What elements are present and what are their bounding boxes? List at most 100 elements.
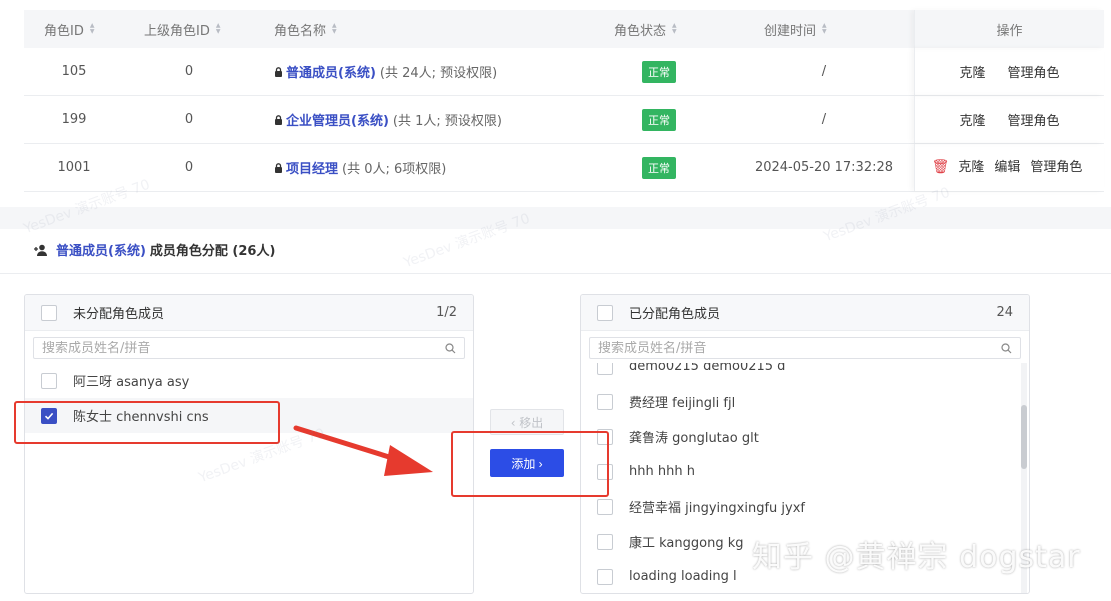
status-cell: 正常 [584,48,734,95]
role-name-link[interactable]: 企业管理员(系统) [286,110,389,129]
manage-role-button[interactable]: 管理角色 [1030,157,1082,178]
status-cell: 正常 [584,96,734,143]
lock-icon [275,66,282,77]
manage-role-button[interactable]: 管理角色 [1008,62,1060,81]
member-label: hhh hhh h [629,464,695,479]
member-checkbox[interactable] [597,568,613,585]
member-checkbox[interactable] [597,363,613,375]
member-label: 阿三呀 asanya asy [73,375,190,390]
list-item[interactable]: 龚鲁涛 gonglutao glt [581,419,1029,454]
table-row: 199 0 企业管理员(系统) (共 1人; 预设权限) 正常 / 克隆 管理角… [24,96,1104,144]
clone-button[interactable]: 克隆 [959,62,985,81]
section-subtitle: 成员角色分配 (26人) [149,244,276,259]
role-id: 1001 [57,160,91,175]
panel-header: 未分配角色成员 1/2 [25,295,473,331]
member-checkbox[interactable] [597,533,613,550]
sort-icon[interactable]: ▲ ▼ [822,23,827,35]
select-all-checkbox[interactable] [597,304,613,321]
operations-cell: 克隆 管理角色 [914,96,1104,143]
status-badge: 正常 [642,60,676,83]
role-id: 105 [61,64,87,79]
manage-role-button[interactable]: 管理角色 [1008,110,1060,129]
member-label: 龚鲁涛 gonglutao glt [629,431,759,446]
annotation-highlight-selected-member [14,401,280,444]
header-operations: 操作 [914,10,1104,48]
member-checkbox[interactable] [597,393,613,410]
member-count: 24 [996,305,1013,320]
role-table: 角色ID ▲ ▼ 上级角色ID ▲ ▼ 角色名称 ▲ ▼ 角色状态 ▲ ▼ 创建时间 ▲… [24,10,1104,192]
created-time: / [821,64,827,79]
panel-title: 未分配角色成员 [73,307,165,322]
lock-icon [275,162,282,173]
edit-button[interactable]: 编辑 [994,157,1020,178]
section-divider [0,207,1111,229]
member-checkbox[interactable] [41,372,57,389]
table-header: 角色ID ▲ ▼ 上级角色ID ▲ ▼ 角色名称 ▲ ▼ 角色状态 ▲ ▼ 创建时间 ▲… [24,10,1104,48]
created-time: 2024-05-20 17:32:28 [754,160,894,175]
list-item[interactable]: hhh hhh h [581,454,1029,489]
user-add-icon [34,244,47,256]
role-name-cell: 企业管理员(系统) (共 1人; 预设权限) [254,96,584,143]
role-desc: (共 24人; 预设权限) [379,66,498,81]
delete-icon[interactable]: 🗑 [932,157,950,178]
panel-header: 已分配角色成员 24 [581,295,1029,331]
member-label: demo0215 demo0215 d [629,363,786,374]
search-box [33,337,465,359]
sort-icon[interactable]: ▲ ▼ [216,23,221,35]
operations-cell: 🗑 克隆 编辑 管理角色 [914,144,1104,191]
table-row: 105 0 普通成员(系统) (共 24人; 预设权限) 正常 / 克隆 管理角… [24,48,1104,96]
member-checkbox[interactable] [597,498,613,515]
header-role-id[interactable]: 角色ID ▲ ▼ [24,10,124,48]
list-item[interactable]: 经营幸福 jingyingxingfu jyxf [581,489,1029,524]
section-title: 普通成员(系统) 成员角色分配 (26人) [34,240,275,259]
search-icon[interactable] [445,342,456,354]
sort-icon[interactable]: ▲ ▼ [672,23,677,35]
lock-icon [275,114,282,125]
sort-icon[interactable]: ▲ ▼ [90,23,95,35]
list-item[interactable]: 费经理 feijingli fjl [581,384,1029,419]
member-label: loading loading l [629,569,737,584]
status-badge: 正常 [642,108,676,131]
panel-title: 已分配角色成员 [629,307,721,322]
list-item[interactable]: demo0215 demo0215 d [581,363,1029,384]
search-box [589,337,1021,359]
section-role-link[interactable]: 普通成员(系统) [56,240,146,259]
header-created-time[interactable]: 创建时间 ▲ ▼ [734,10,914,48]
clone-button[interactable]: 克隆 [958,157,984,178]
search-input[interactable] [42,340,445,356]
table-row: 1001 0 项目经理 (共 0人; 6项权限) 正常 2024-05-20 1… [24,144,1104,192]
member-label: 康工 kanggong kg [629,536,744,551]
role-name-link[interactable]: 普通成员(系统) [286,62,376,81]
sort-icon[interactable]: ▲ ▼ [332,23,337,35]
annotation-highlight-add-button [451,431,609,497]
role-management-page: 角色ID ▲ ▼ 上级角色ID ▲ ▼ 角色名称 ▲ ▼ 角色状态 ▲ ▼ 创建时间 ▲… [0,0,1111,601]
parent-role-id: 0 [184,64,194,79]
selection-count: 1/2 [436,305,457,320]
parent-role-id: 0 [184,112,194,127]
role-desc: (共 0人; 6项权限) [342,162,447,177]
header-role-status[interactable]: 角色状态 ▲ ▼ [584,10,734,48]
annotation-arrow-icon [293,425,433,476]
search-input[interactable] [598,340,1001,356]
divider [0,273,1111,274]
role-name-link[interactable]: 项目经理 [286,158,338,177]
scrollbar-thumb[interactable] [1021,405,1027,469]
status-badge: 正常 [642,156,676,179]
operations-cell: 克隆 管理角色 [914,48,1104,95]
member-label: 费经理 feijingli fjl [629,396,736,411]
select-all-checkbox[interactable] [41,304,57,321]
brand-watermark: 知乎 @黄禅宗 dogstar [752,540,1081,575]
status-cell: 正常 [584,144,734,191]
role-id: 199 [61,112,87,127]
created-time: / [821,112,827,127]
search-icon[interactable] [1001,342,1012,354]
role-name-cell: 普通成员(系统) (共 24人; 预设权限) [254,48,584,95]
header-role-name[interactable]: 角色名称 ▲ ▼ [254,10,584,48]
member-label: 经营幸福 jingyingxingfu jyxf [629,501,805,516]
role-desc: (共 1人; 预设权限) [392,114,502,129]
parent-role-id: 0 [184,160,194,175]
header-parent-role-id[interactable]: 上级角色ID ▲ ▼ [124,10,254,48]
clone-button[interactable]: 克隆 [959,110,985,129]
role-name-cell: 项目经理 (共 0人; 6项权限) [254,144,584,191]
list-item[interactable]: 阿三呀 asanya asy [25,363,473,398]
